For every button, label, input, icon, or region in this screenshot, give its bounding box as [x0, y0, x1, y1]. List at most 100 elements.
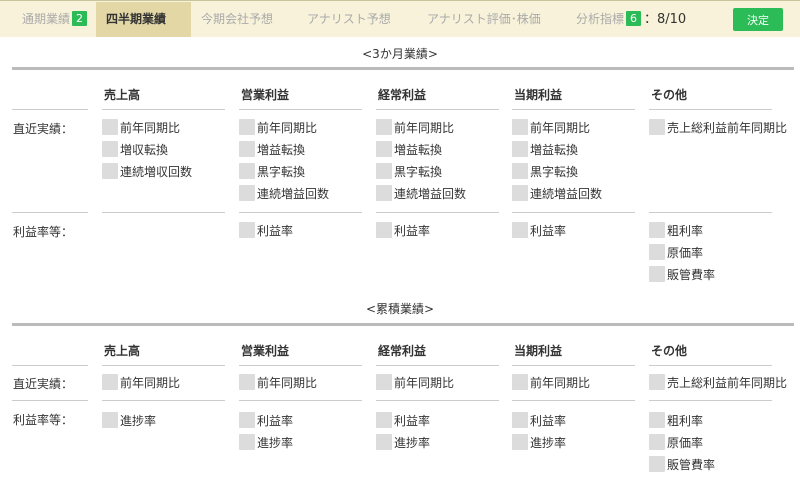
- option-label: 連続増益回数: [530, 186, 603, 201]
- tab-quarterly-results[interactable]: 四半期業績: [96, 2, 191, 37]
- checkbox-option[interactable]: 粗利率: [649, 221, 703, 239]
- checkbox-box: [239, 222, 255, 238]
- checkbox-box: [239, 141, 255, 157]
- checkbox-box: [512, 119, 528, 135]
- column-header-net-profit: 当期利益: [514, 88, 563, 102]
- checkbox-box: [239, 119, 255, 135]
- checkbox-option[interactable]: 増益転換: [512, 140, 578, 158]
- checkbox-box: [239, 434, 255, 450]
- checkbox-option[interactable]: 粗利率: [649, 411, 703, 429]
- checkbox-option[interactable]: 販管費率: [649, 265, 715, 283]
- row-label-margins: 利益率等：: [13, 225, 74, 239]
- option-label: 増益転換: [394, 142, 443, 157]
- checkbox-option[interactable]: 増益転換: [239, 140, 305, 158]
- column-header-other: その他: [651, 344, 688, 358]
- column-header-operating-profit: 営業利益: [241, 344, 290, 358]
- checkbox-box: [512, 222, 528, 238]
- section-title-cumulative: <累積業績>: [365, 302, 435, 316]
- checkbox-option[interactable]: 前年同期比: [376, 118, 454, 136]
- checkbox-option[interactable]: 原価率: [649, 243, 703, 261]
- decide-button[interactable]: 決定: [733, 8, 783, 31]
- column-divider: [102, 400, 225, 401]
- checkbox-box: [239, 374, 255, 390]
- checkbox-option[interactable]: 前年同期比: [102, 118, 180, 136]
- checkbox-option[interactable]: 利益率: [376, 221, 430, 239]
- checkbox-box: [102, 141, 118, 157]
- checkbox-option[interactable]: 増益転換: [376, 140, 442, 158]
- option-label: 売上総利益前年同期比: [667, 120, 788, 135]
- checkbox-option[interactable]: 進捗率: [512, 433, 566, 451]
- column-divider: [649, 212, 772, 213]
- option-label: 販管費率: [667, 267, 716, 282]
- checkbox-option[interactable]: 前年同期比: [239, 373, 317, 391]
- column-divider: [239, 109, 362, 110]
- checkbox-option[interactable]: 黒字転換: [512, 162, 578, 180]
- checkbox-option[interactable]: 増収転換: [102, 140, 168, 158]
- checkbox-option[interactable]: 進捗率: [239, 433, 293, 451]
- option-label: 増収転換: [120, 142, 169, 157]
- checkbox-box: [102, 119, 118, 135]
- column-header-ordinary-profit: 経常利益: [378, 88, 427, 102]
- checkbox-option[interactable]: 利益率: [512, 221, 566, 239]
- checkbox-option[interactable]: 販管費率: [649, 455, 715, 473]
- top-tab-bar: 通期業績 2 四半期業績 今期会社予想 アナリスト予想 アナリスト評価･株価 分析…: [0, 0, 800, 37]
- checkbox-box: [239, 185, 255, 201]
- tab-analysis-indicators[interactable]: 分析指標 6: [576, 2, 642, 37]
- option-label: 前年同期比: [257, 375, 318, 390]
- checkbox-box: [376, 119, 392, 135]
- column-divider: [239, 400, 362, 401]
- checkbox-option[interactable]: 前年同期比: [376, 373, 454, 391]
- checkbox-option[interactable]: 前年同期比: [102, 373, 180, 391]
- checkbox-option[interactable]: 進捗率: [376, 433, 430, 451]
- tab-analyst-forecast[interactable]: アナリスト予想: [307, 2, 391, 37]
- checkbox-box: [649, 266, 665, 282]
- checkbox-option[interactable]: 黒字転換: [239, 162, 305, 180]
- checkbox-option[interactable]: 連続増益回数: [376, 184, 466, 202]
- column-header-net-profit: 当期利益: [514, 344, 563, 358]
- tab-label: アナリスト予想: [307, 12, 391, 26]
- column-divider: [376, 400, 499, 401]
- column-divider: [376, 212, 499, 213]
- checkbox-option[interactable]: 進捗率: [102, 411, 156, 429]
- tab-annual-results[interactable]: 通期業績 2: [22, 2, 88, 37]
- checkbox-option[interactable]: 連続増益回数: [512, 184, 602, 202]
- checkbox-option[interactable]: 連続増益回数: [239, 184, 329, 202]
- checkbox-option[interactable]: 売上総利益前年同期比: [649, 118, 787, 136]
- option-label: 進捗率: [394, 435, 431, 450]
- tab-label: 今期会社予想: [201, 12, 274, 26]
- checkbox-option[interactable]: 利益率: [376, 411, 430, 429]
- checkbox-option[interactable]: 売上総利益前年同期比: [649, 373, 787, 391]
- checkbox-option[interactable]: 黒字転換: [376, 162, 442, 180]
- tab-analyst-rating-price[interactable]: アナリスト評価･株価: [427, 2, 541, 37]
- column-divider: [102, 212, 225, 213]
- checkbox-box: [512, 141, 528, 157]
- checkbox-option[interactable]: 前年同期比: [239, 118, 317, 136]
- column-divider: [376, 365, 499, 366]
- checkbox-option[interactable]: 前年同期比: [512, 373, 590, 391]
- row-divider: [12, 212, 88, 213]
- row-divider: [12, 365, 88, 366]
- tab-company-forecast[interactable]: 今期会社予想: [201, 2, 273, 37]
- option-label: 黒字転換: [530, 164, 579, 179]
- option-label: 増益転換: [257, 142, 306, 157]
- checkbox-option[interactable]: 連続増収回数: [102, 162, 192, 180]
- checkbox-box: [376, 222, 392, 238]
- option-label: 黒字転換: [257, 164, 306, 179]
- checkbox-box: [376, 434, 392, 450]
- option-label: 売上総利益前年同期比: [667, 375, 788, 390]
- tab-label: アナリスト評価･株価: [427, 12, 541, 26]
- checkbox-option[interactable]: 利益率: [512, 411, 566, 429]
- checkbox-option[interactable]: 前年同期比: [512, 118, 590, 136]
- column-divider: [649, 400, 772, 401]
- option-label: 黒字転換: [394, 164, 443, 179]
- selection-counter: ：8/10: [644, 12, 687, 27]
- checkbox-option[interactable]: 利益率: [239, 411, 293, 429]
- checkbox-option[interactable]: 原価率: [649, 433, 703, 451]
- option-label: 連続増収回数: [120, 164, 193, 179]
- option-label: 連続増益回数: [257, 186, 330, 201]
- column-header-operating-profit: 営業利益: [241, 88, 290, 102]
- checkbox-box: [239, 163, 255, 179]
- checkbox-option[interactable]: 利益率: [239, 221, 293, 239]
- option-label: 前年同期比: [394, 375, 455, 390]
- section-title-quarterly: <3か月業績>: [362, 47, 438, 61]
